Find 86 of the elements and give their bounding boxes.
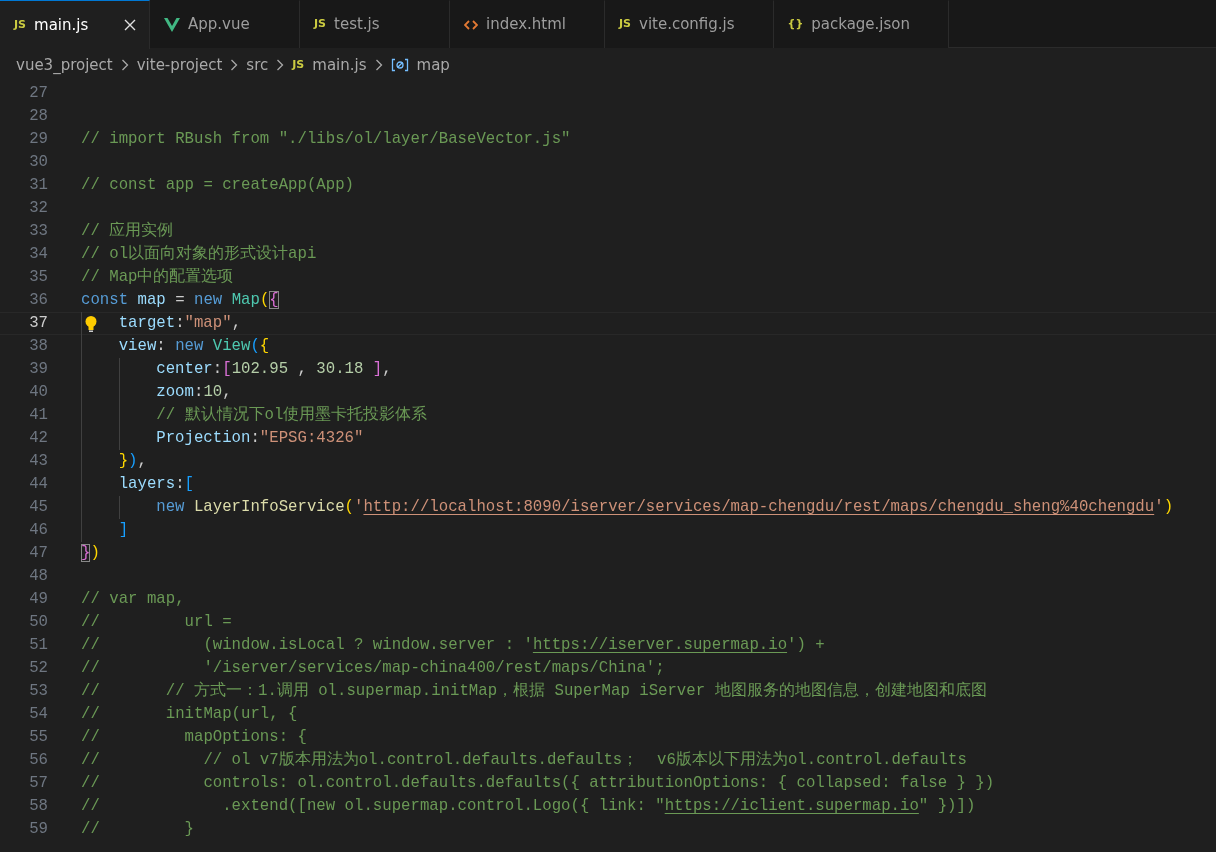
breadcrumb-item[interactable]: src [246,53,269,77]
js-file-icon: JS [292,56,305,74]
breadcrumb-item[interactable]: vue3_project [16,53,113,77]
line-number: 52 [28,658,48,679]
symbol-icon [390,58,409,72]
code-line: // var map, [81,589,185,610]
code-line: ] [118,520,129,541]
code-line: // Map中的配置选项 [81,267,234,288]
code-line: const map = new Map({ [81,290,279,311]
code-line: // initMap(url, { [81,704,298,725]
code-line: view: new View({ [118,336,270,357]
code-line: // (window.isLocal ? window.server : 'https://iserver.supermap.io') + [81,635,825,656]
code-line: // } [81,819,194,840]
code-line: }) [81,543,100,564]
code-line: new LayerInfoService('http://localhost:8090/iserver/services/map-chengdu/rest/maps/chengdu_sheng%40chengdu') [156,497,1174,518]
line-number: 53 [28,681,48,702]
code-line: // controls: ol.control.defaults.defaults({ attributionOptions: { collapsed: false } }) [81,773,995,794]
code-line: zoom:10, [156,382,232,403]
line-number: 41 [28,405,48,426]
line-number: 37 [28,313,48,334]
editor-tab[interactable]: JS main.js [0,0,150,49]
line-number: 32 [28,198,48,219]
line-number: 45 [28,497,48,518]
close-icon[interactable] [124,19,136,31]
code-line: // url = [81,612,232,633]
editor-tab[interactable]: {} package.json [773,0,949,48]
code-line: // .extend([new ol.supermap.control.Logo({ link: "https://iclient.supermap.io" })]) [81,796,976,817]
line-number: 28 [28,106,48,127]
js-file-icon: JS [314,16,326,33]
line-number: 50 [28,612,48,633]
line-number: 39 [28,359,48,380]
code-line: // mapOptions: { [81,727,307,748]
code-line: // '/iserver/services/map-china400/rest/maps/China'; [81,658,665,679]
code-line: // 应用实例 [81,220,174,242]
braces-icon: {} [787,16,804,33]
line-number: 31 [28,175,48,196]
line-number: 36 [28,290,48,311]
editor-tab[interactable]: JS test.js [300,0,450,48]
breadcrumb-item[interactable]: vite-project [136,53,223,77]
line-number: 48 [28,566,48,587]
code-line: }), [118,451,147,472]
code-line: center:[102.95 , 30.18 ], [156,359,392,380]
line-number: 55 [28,727,48,748]
line-number: 58 [28,796,48,817]
chevron-icon [120,59,129,71]
line-number: 57 [28,773,48,794]
line-number: 59 [28,819,48,840]
line-number: 51 [28,635,48,656]
chevron-icon [230,59,239,71]
line-number: 49 [28,589,48,610]
line-number: 34 [28,244,48,265]
line-number: 43 [28,451,48,472]
code-line: // // ol v7版本用法为ol.control.defaults.defaults； v6版本以下用法为ol.control.defaults [81,750,967,771]
vue-file-icon [164,17,180,32]
line-number: 47 [28,543,48,564]
code-line: // import RBush from "./libs/ol/layer/BaseVector.js" [81,129,571,150]
editor-tab[interactable]: App.vue [150,0,300,48]
line-number: 33 [28,221,48,242]
breadcrumb-item[interactable]: main.js [312,53,367,77]
code-line: // // 方式一：1.调用 ol.supermap.initMap，根据 SuperMap iServer 地图服务的地图信息，创建地图和底图 [81,680,987,702]
line-number: 42 [28,428,48,449]
line-number: 54 [28,704,48,725]
line-number: 35 [28,267,48,288]
editor-tab[interactable]: JS vite.config.js [605,0,774,48]
line-number: 30 [28,152,48,173]
chevron-icon [276,59,285,71]
chevron-icon [374,59,383,71]
line-number: 46 [28,520,48,541]
code-line: // 默认情况下ol使用墨卡托投影体系 [156,404,428,426]
line-number: 27 [28,83,48,104]
code-line: layers:[ [118,474,194,495]
editor-tab[interactable]: index.html [450,0,605,48]
line-number: 56 [28,750,48,771]
code-line: Projection:"EPSG:4326" [156,428,364,449]
js-file-icon: JS [14,16,26,34]
code-line: // ol以面向对象的形式设计api [81,244,317,265]
js-file-icon: JS [619,16,631,33]
code-brackets-icon [464,18,478,31]
breadcrumb-item[interactable]: map [416,53,450,77]
line-number: 44 [28,474,48,495]
code-line: target:"map", [118,313,242,334]
line-number: 40 [28,382,48,403]
line-number: 29 [28,129,48,150]
code-line: // const app = createApp(App) [81,175,354,196]
lightbulb-icon[interactable] [84,315,98,333]
line-number: 38 [28,336,48,357]
